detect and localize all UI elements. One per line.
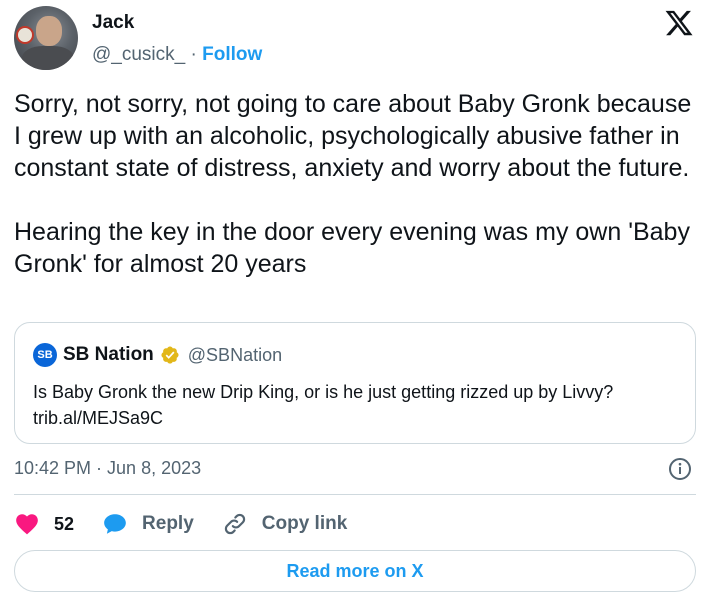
read-more-button[interactable]: Read more on X: [14, 550, 696, 592]
x-logo-icon[interactable]: [664, 8, 694, 38]
quoted-author-name: SB Nation: [63, 344, 154, 365]
tweet-header: Jack @_cusick_ · Follow: [14, 6, 696, 70]
verified-badge-icon: [161, 346, 179, 364]
copy-link-button[interactable]: Copy link: [222, 511, 348, 537]
like-button[interactable]: 52: [14, 511, 74, 537]
separator: ·: [190, 44, 197, 65]
heart-icon: [16, 514, 38, 535]
copy-link-label: Copy link: [261, 513, 348, 534]
speech-bubble-icon: [104, 514, 126, 534]
sb-nation-logo: SB: [33, 343, 57, 367]
quoted-tweet-text: Is Baby Gronk the new Drip King, or is h…: [33, 382, 614, 428]
avatar-badge: [16, 26, 34, 44]
like-count: 52: [54, 513, 75, 534]
quoted-author-handle: @SBNation: [187, 344, 283, 365]
quoted-tweet[interactable]: SB SB Nation @SBNation Is Baby Gronk the…: [14, 322, 696, 444]
author-name[interactable]: Jack: [92, 12, 134, 34]
quoted-tweet-header: SB SB Nation @SBNation: [33, 343, 282, 367]
avatar-face: [36, 16, 62, 46]
author-handle[interactable]: @_cusick_: [92, 44, 185, 65]
tweet-text: Sorry, not sorry, not going to care abou…: [14, 90, 692, 278]
reply-button[interactable]: Reply: [102, 511, 194, 537]
tweet-timestamp[interactable]: 10:42 PM · Jun 8, 2023: [14, 458, 201, 479]
follow-button[interactable]: Follow: [202, 44, 262, 65]
avatar-body: [22, 46, 74, 70]
info-icon[interactable]: [668, 457, 692, 481]
link-icon: [224, 513, 245, 535]
action-bar: 52 Reply Copy link: [14, 508, 375, 540]
divider: [14, 494, 696, 495]
reply-label: Reply: [142, 513, 194, 534]
handle-row: @_cusick_ · Follow: [92, 44, 262, 66]
avatar[interactable]: [14, 6, 78, 70]
